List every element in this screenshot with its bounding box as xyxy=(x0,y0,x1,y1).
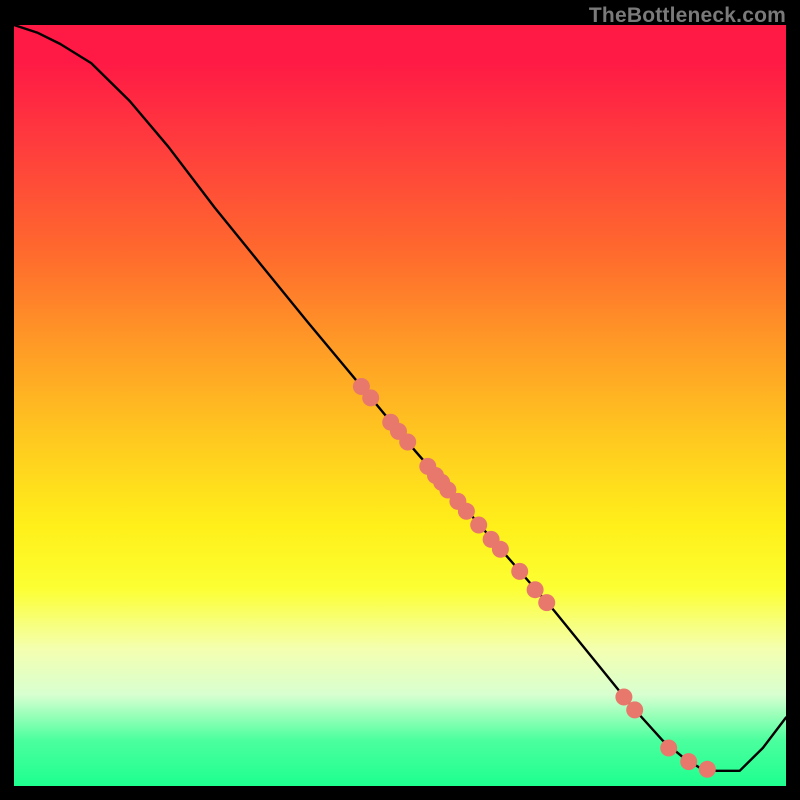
data-point xyxy=(680,753,697,770)
data-point xyxy=(699,761,716,778)
plot-area xyxy=(14,25,786,786)
chart-frame: TheBottleneck.com xyxy=(0,0,800,800)
chart-svg xyxy=(14,25,786,786)
data-point xyxy=(511,563,528,580)
watermark-text: TheBottleneck.com xyxy=(589,4,786,28)
data-point xyxy=(626,701,643,718)
data-point xyxy=(492,541,509,558)
data-point xyxy=(362,389,379,406)
data-point xyxy=(660,740,677,757)
bottleneck-curve xyxy=(14,25,786,771)
data-point xyxy=(538,594,555,611)
data-points-group xyxy=(353,378,716,778)
data-point xyxy=(399,434,416,451)
data-point xyxy=(458,503,475,520)
data-point xyxy=(470,517,487,534)
data-point xyxy=(527,581,544,598)
